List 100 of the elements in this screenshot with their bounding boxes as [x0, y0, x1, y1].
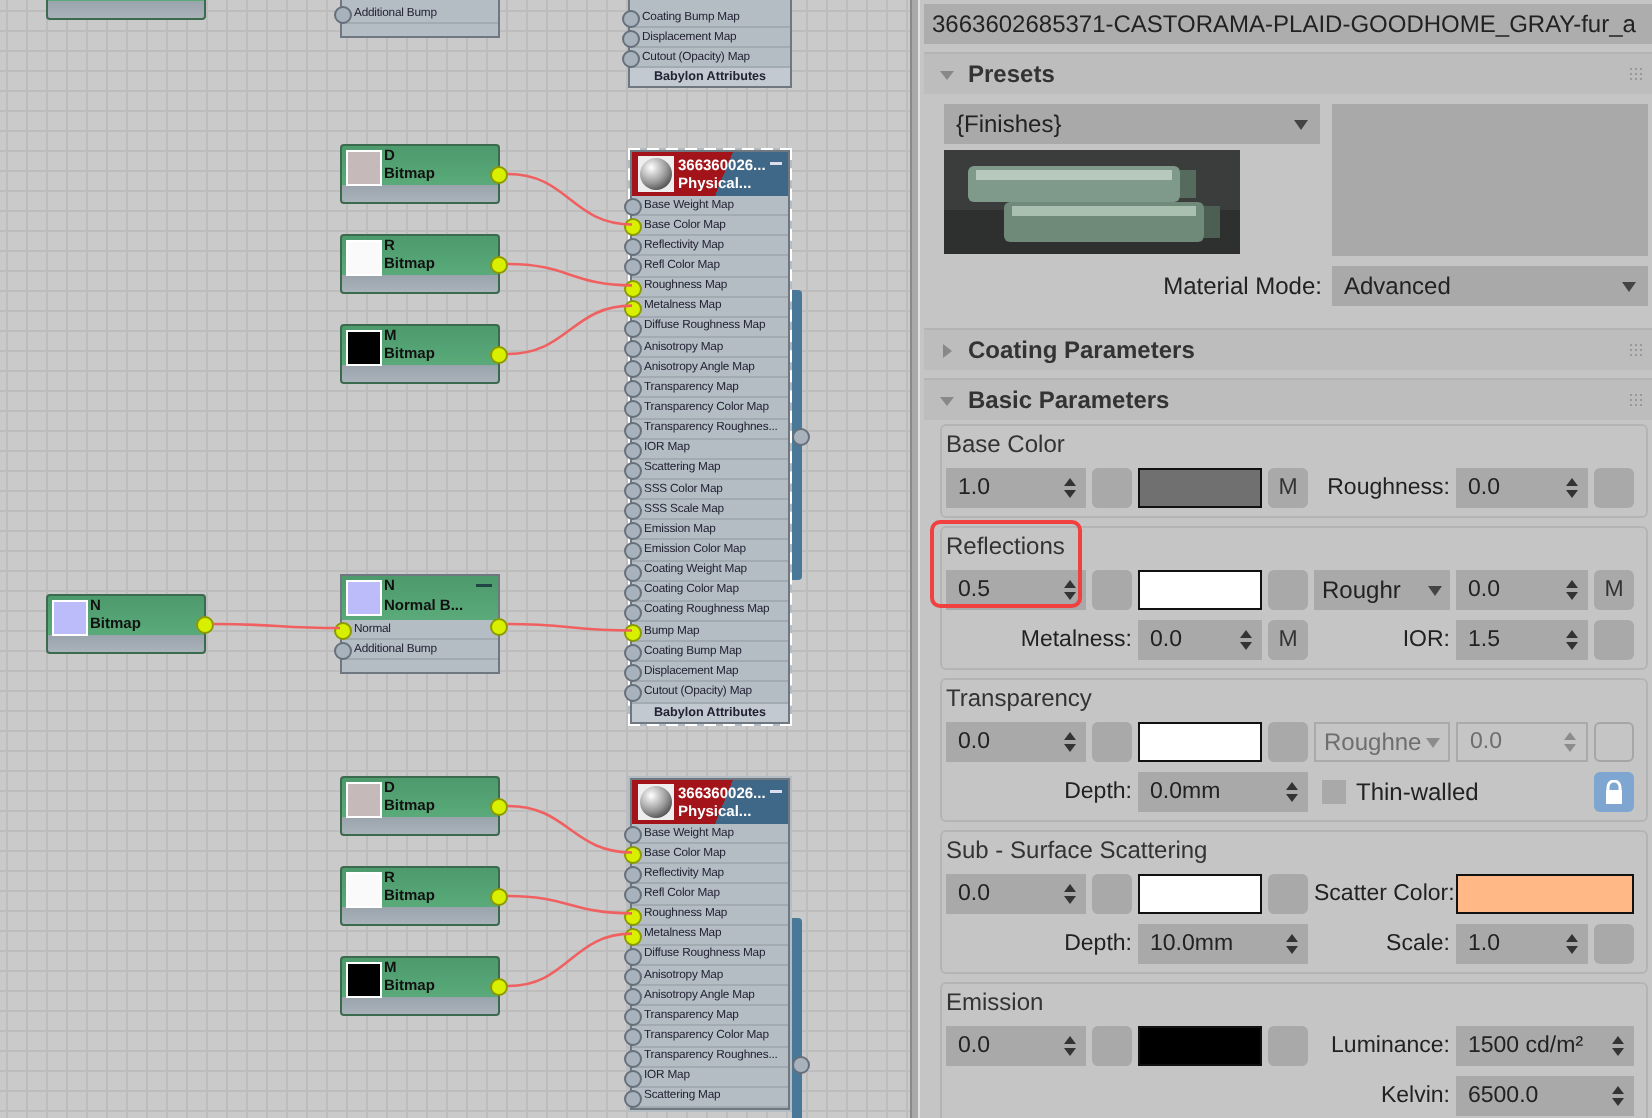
input-socket[interactable] — [624, 623, 642, 642]
spinner-arrows-icon[interactable] — [1064, 1036, 1076, 1056]
spinner-arrows-icon[interactable] — [1286, 782, 1298, 802]
input-socket[interactable] — [624, 279, 642, 298]
lock-button[interactable] — [1594, 772, 1634, 812]
map-button[interactable]: M — [1268, 468, 1308, 508]
input-socket[interactable] — [624, 927, 642, 946]
color-swatch[interactable] — [1138, 468, 1262, 508]
input-socket[interactable] — [624, 583, 642, 602]
spinner-arrows-icon[interactable] — [1566, 580, 1578, 600]
input-socket[interactable] — [624, 947, 642, 966]
input-socket[interactable] — [624, 664, 642, 683]
input-socket[interactable] — [624, 339, 642, 358]
spinner-arrows-icon[interactable] — [1612, 1036, 1624, 1056]
input-socket[interactable] — [624, 481, 642, 500]
spinner-arrows-icon[interactable] — [1612, 1086, 1624, 1106]
input-socket[interactable] — [624, 1089, 642, 1108]
spinner-arrows-icon[interactable] — [1286, 934, 1298, 954]
input-socket[interactable] — [624, 360, 642, 379]
input-socket[interactable] — [624, 1028, 642, 1047]
spinner-field[interactable]: 0.0mm — [1138, 772, 1308, 812]
output-socket[interactable] — [490, 256, 508, 274]
input-socket[interactable] — [624, 886, 642, 905]
input-socket[interactable] — [624, 258, 642, 277]
checkbox[interactable] — [1322, 780, 1346, 804]
spinner-field[interactable]: 0.0 — [1456, 468, 1588, 508]
input-socket[interactable] — [624, 684, 642, 703]
output-socket[interactable] — [196, 616, 214, 634]
output-socket[interactable] — [490, 888, 508, 906]
spinner-field[interactable]: 1.5 — [1456, 620, 1588, 660]
input-socket[interactable] — [624, 522, 642, 541]
input-socket[interactable] — [624, 441, 642, 460]
input-socket[interactable] — [334, 642, 352, 660]
input-socket[interactable] — [624, 461, 642, 480]
rollout-header[interactable]: Coating Parameters — [924, 330, 1652, 370]
spinner-arrows-icon[interactable] — [1566, 630, 1578, 650]
spinner-field[interactable]: 0.0 — [946, 722, 1086, 762]
output-socket[interactable] — [792, 428, 810, 446]
input-socket[interactable] — [624, 1008, 642, 1027]
rollout-header[interactable]: Basic Parameters — [924, 380, 1652, 420]
input-socket[interactable] — [624, 502, 642, 521]
output-socket[interactable] — [490, 978, 508, 996]
input-socket[interactable] — [624, 218, 642, 237]
minimize-icon[interactable] — [476, 582, 492, 590]
color-swatch[interactable] — [1138, 722, 1262, 762]
input-socket[interactable] — [624, 400, 642, 419]
input-socket[interactable] — [624, 644, 642, 663]
spinner-field[interactable]: 1.0 — [946, 468, 1086, 508]
map-button[interactable]: M — [1268, 620, 1308, 660]
color-swatch[interactable] — [1138, 1026, 1262, 1066]
input-socket[interactable] — [624, 563, 642, 582]
spinner-field[interactable]: 10.0mm — [1138, 924, 1308, 964]
preset-dropdown[interactable]: {Finishes} — [944, 104, 1320, 144]
color-swatch[interactable] — [1456, 874, 1634, 914]
map-button[interactable]: M — [1594, 570, 1634, 610]
output-socket[interactable] — [490, 798, 508, 816]
input-socket[interactable] — [624, 866, 642, 885]
input-socket[interactable] — [624, 238, 642, 257]
input-socket[interactable] — [624, 907, 642, 926]
color-swatch[interactable] — [1138, 570, 1262, 610]
spinner-field[interactable]: 0.0 — [1456, 570, 1588, 610]
minimize-icon[interactable] — [769, 788, 782, 796]
spinner-field[interactable]: 1500 cd/m² — [1456, 1026, 1634, 1066]
spinner-field[interactable]: 1.0 — [1456, 924, 1588, 964]
spinner-arrows-icon[interactable] — [1064, 580, 1076, 600]
spinner-field[interactable]: 0.0 — [946, 874, 1086, 914]
input-socket[interactable] — [622, 30, 640, 49]
minimize-icon[interactable] — [769, 160, 782, 168]
roughness-dropdown[interactable]: Roughr — [1314, 570, 1450, 610]
input-socket[interactable] — [622, 50, 640, 69]
input-socket[interactable] — [624, 988, 642, 1007]
input-socket[interactable] — [624, 1069, 642, 1088]
spinner-arrows-icon[interactable] — [1566, 478, 1578, 498]
input-socket[interactable] — [624, 826, 642, 844]
mode-dropdown[interactable]: Advanced — [1332, 266, 1648, 306]
input-socket[interactable] — [624, 1049, 642, 1068]
input-socket[interactable] — [624, 846, 642, 865]
spinner-field[interactable]: 6500.0 — [1456, 1076, 1634, 1116]
input-socket[interactable] — [624, 380, 642, 399]
spinner-field[interactable]: 0.0 — [1138, 620, 1262, 660]
output-socket[interactable] — [792, 1056, 810, 1074]
input-socket[interactable] — [624, 421, 642, 440]
input-socket[interactable] — [624, 198, 642, 216]
input-socket[interactable] — [624, 319, 642, 338]
input-socket[interactable] — [624, 542, 642, 561]
spinner-arrows-icon[interactable] — [1064, 478, 1076, 498]
output-socket[interactable] — [490, 166, 508, 184]
spinner-field[interactable]: 0.0 — [946, 1026, 1086, 1066]
color-swatch[interactable] — [1138, 874, 1262, 914]
spinner-arrows-icon[interactable] — [1566, 934, 1578, 954]
rollout-header[interactable]: Presets — [924, 54, 1652, 94]
input-socket[interactable] — [622, 10, 640, 28]
material-node[interactable] — [628, 776, 792, 1112]
material-name-field[interactable]: 3663602685371-CASTORAMA-PLAID-GOODHOME_GRAY-fur_a — [924, 4, 1652, 44]
input-socket[interactable] — [624, 603, 642, 622]
input-socket[interactable] — [334, 6, 352, 24]
input-socket[interactable] — [334, 622, 352, 640]
material-node[interactable] — [628, 148, 792, 726]
output-socket[interactable] — [490, 346, 508, 364]
spinner-arrows-icon[interactable] — [1240, 630, 1252, 650]
